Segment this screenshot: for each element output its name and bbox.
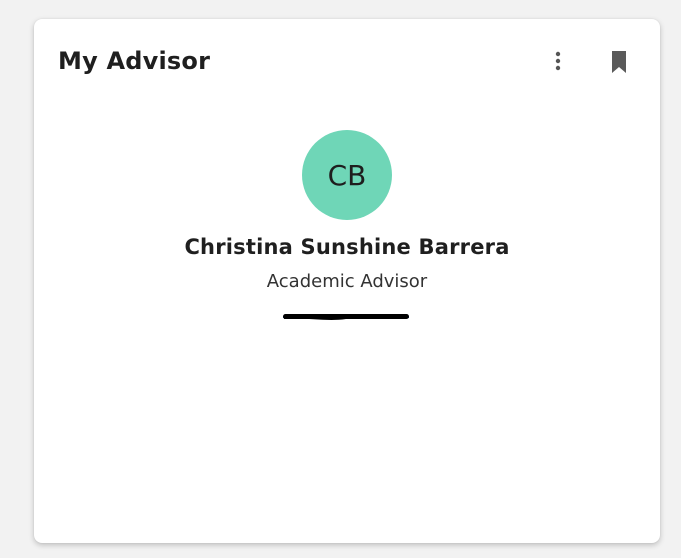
advisor-role: Academic Advisor xyxy=(266,271,428,292)
bookmark-icon[interactable] xyxy=(610,50,628,74)
card-title: My Advisor xyxy=(58,47,211,75)
advisor-name: Christina Sunshine Barrera xyxy=(184,235,510,259)
advisor-card: My Advisor CB Christina Sunshine Barrera… xyxy=(34,19,660,543)
redacted-contact-link[interactable] xyxy=(281,308,411,322)
avatar-initials: CB xyxy=(327,158,367,192)
more-options-icon[interactable] xyxy=(548,49,568,73)
avatar: CB xyxy=(302,130,392,220)
